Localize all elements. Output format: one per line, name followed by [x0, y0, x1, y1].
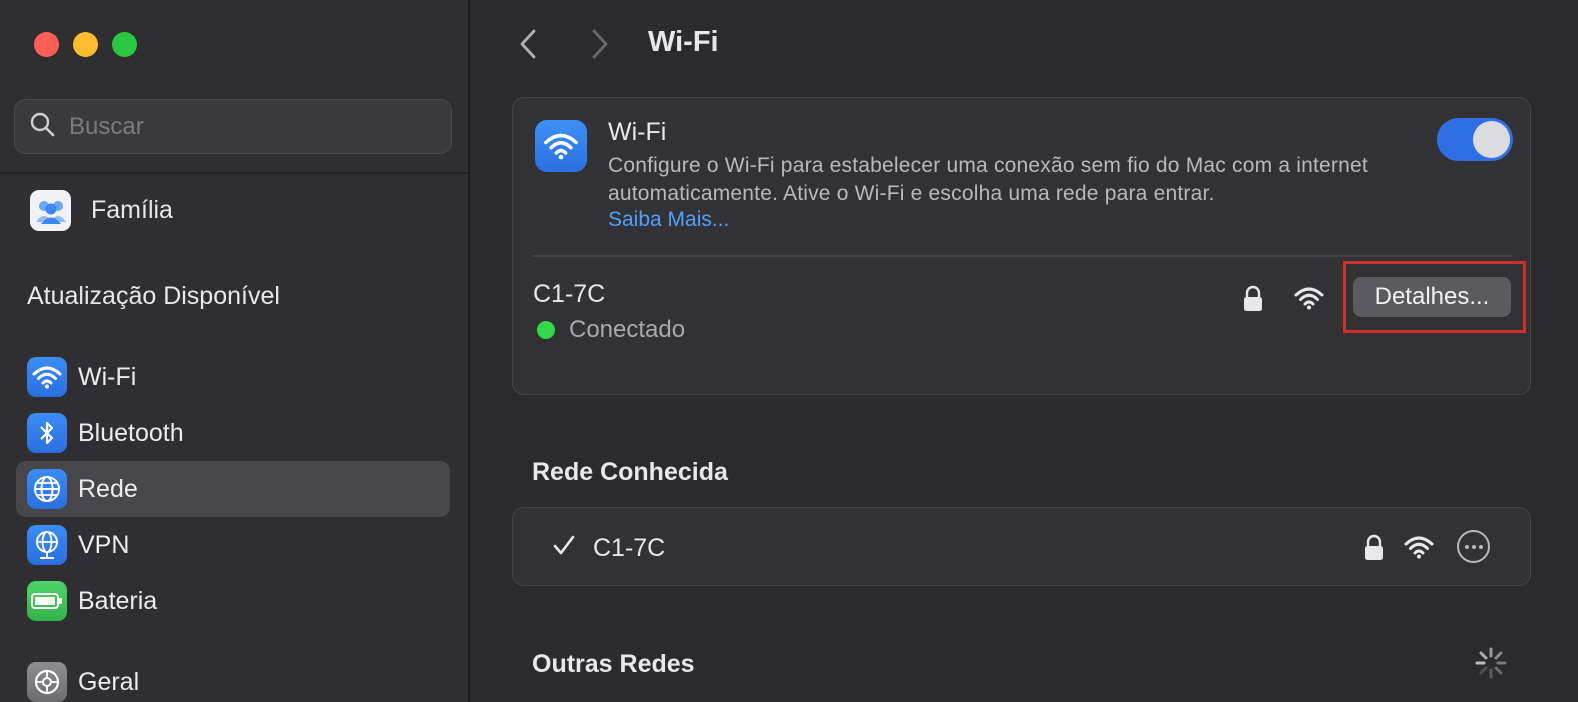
- sidebar: Família Atualização Disponível Wi-Fi Blu…: [0, 0, 470, 702]
- connected-dot-icon: [537, 321, 555, 339]
- toggle-knob: [1473, 121, 1510, 158]
- family-icon: [30, 190, 71, 231]
- sidebar-item-vpn[interactable]: VPN: [16, 517, 450, 573]
- wifi-card: Wi-Fi Configure o Wi-Fi para estabelecer…: [512, 97, 1531, 395]
- wifi-toggle[interactable]: [1437, 118, 1513, 161]
- sidebar-item-bateria[interactable]: Bateria: [16, 573, 450, 629]
- wifi-card-title: Wi-Fi: [608, 118, 667, 146]
- sidebar-item-label: Wi-Fi: [78, 362, 137, 391]
- lock-icon: [1242, 285, 1264, 318]
- wifi-description: Configure o Wi-Fi para estabelecer uma c…: [608, 154, 1368, 205]
- bluetooth-icon: [27, 413, 67, 453]
- search-field[interactable]: [14, 99, 452, 154]
- sidebar-item-rede[interactable]: Rede: [16, 461, 450, 517]
- vpn-globe-icon: [27, 525, 67, 565]
- wifi-icon: [27, 357, 67, 397]
- update-available-label[interactable]: Atualização Disponível: [27, 282, 280, 311]
- other-networks-title: Outras Redes: [532, 650, 695, 678]
- main-content: Wi-Fi Wi-Fi Configure o Wi-Fi para estab…: [472, 0, 1578, 702]
- battery-icon: [27, 581, 67, 621]
- sidebar-item-bluetooth[interactable]: Bluetooth: [16, 405, 450, 461]
- sidebar-item-label: Bluetooth: [78, 418, 184, 447]
- sidebar-item-wifi[interactable]: Wi-Fi: [16, 349, 450, 405]
- checkmark-icon: [553, 534, 575, 561]
- sidebar-item-label: Família: [91, 196, 173, 224]
- known-networks-title: Rede Conhecida: [532, 458, 728, 486]
- sidebar-item-label: Geral: [78, 667, 140, 696]
- sidebar-divider: [0, 172, 470, 174]
- known-network-name: C1-7C: [593, 534, 666, 562]
- current-network-name: C1-7C: [533, 280, 606, 308]
- sidebar-item-label: Bateria: [78, 586, 158, 615]
- sidebar-item-geral[interactable]: Geral: [16, 654, 450, 702]
- gear-icon: [27, 662, 67, 702]
- wifi-signal-icon: [1294, 286, 1324, 315]
- known-networks-card: C1-7C: [512, 507, 1531, 586]
- back-icon[interactable]: [518, 28, 538, 65]
- wifi-signal-icon: [1404, 535, 1434, 564]
- search-icon: [29, 111, 55, 142]
- window-controls: [34, 32, 137, 57]
- known-network-row[interactable]: C1-7C: [513, 508, 1530, 585]
- search-input[interactable]: [69, 112, 429, 141]
- highlight-box: [1343, 261, 1526, 333]
- status-text: Conectado: [569, 316, 686, 343]
- zoom-window-button[interactable]: [112, 32, 137, 57]
- globe-icon: [27, 469, 67, 509]
- minimize-window-button[interactable]: [73, 32, 98, 57]
- lock-icon: [1363, 534, 1385, 567]
- loading-spinner-icon: [1474, 646, 1508, 685]
- more-options-button[interactable]: [1457, 530, 1490, 563]
- sidebar-item-family[interactable]: Família: [30, 190, 173, 231]
- close-window-button[interactable]: [34, 32, 59, 57]
- sidebar-item-label: VPN: [78, 530, 130, 559]
- connection-status: Conectado: [537, 316, 685, 344]
- forward-icon[interactable]: [590, 28, 610, 65]
- card-divider: [533, 255, 1513, 257]
- sidebar-item-label: Rede: [78, 474, 138, 503]
- page-title: Wi-Fi: [648, 26, 719, 58]
- wifi-icon: [535, 120, 587, 172]
- learn-more-link[interactable]: Saiba Mais...: [608, 208, 729, 232]
- ellipsis-icon: [1464, 544, 1483, 549]
